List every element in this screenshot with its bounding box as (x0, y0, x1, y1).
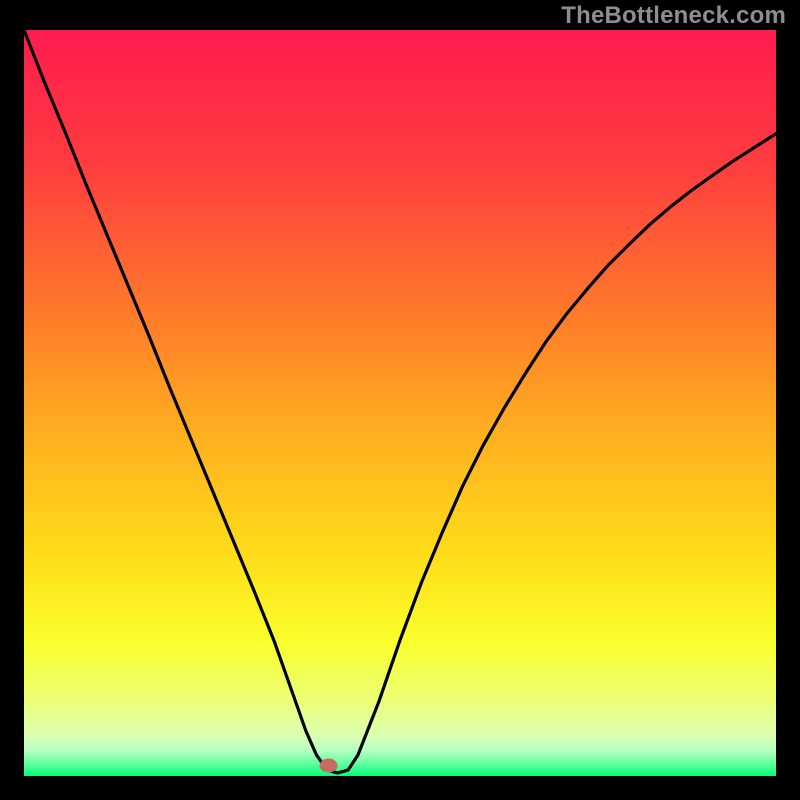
optimum-marker (320, 759, 338, 773)
watermark-text: TheBottleneck.com (561, 2, 786, 30)
bottleneck-chart (0, 0, 800, 800)
gradient-background (24, 30, 776, 776)
